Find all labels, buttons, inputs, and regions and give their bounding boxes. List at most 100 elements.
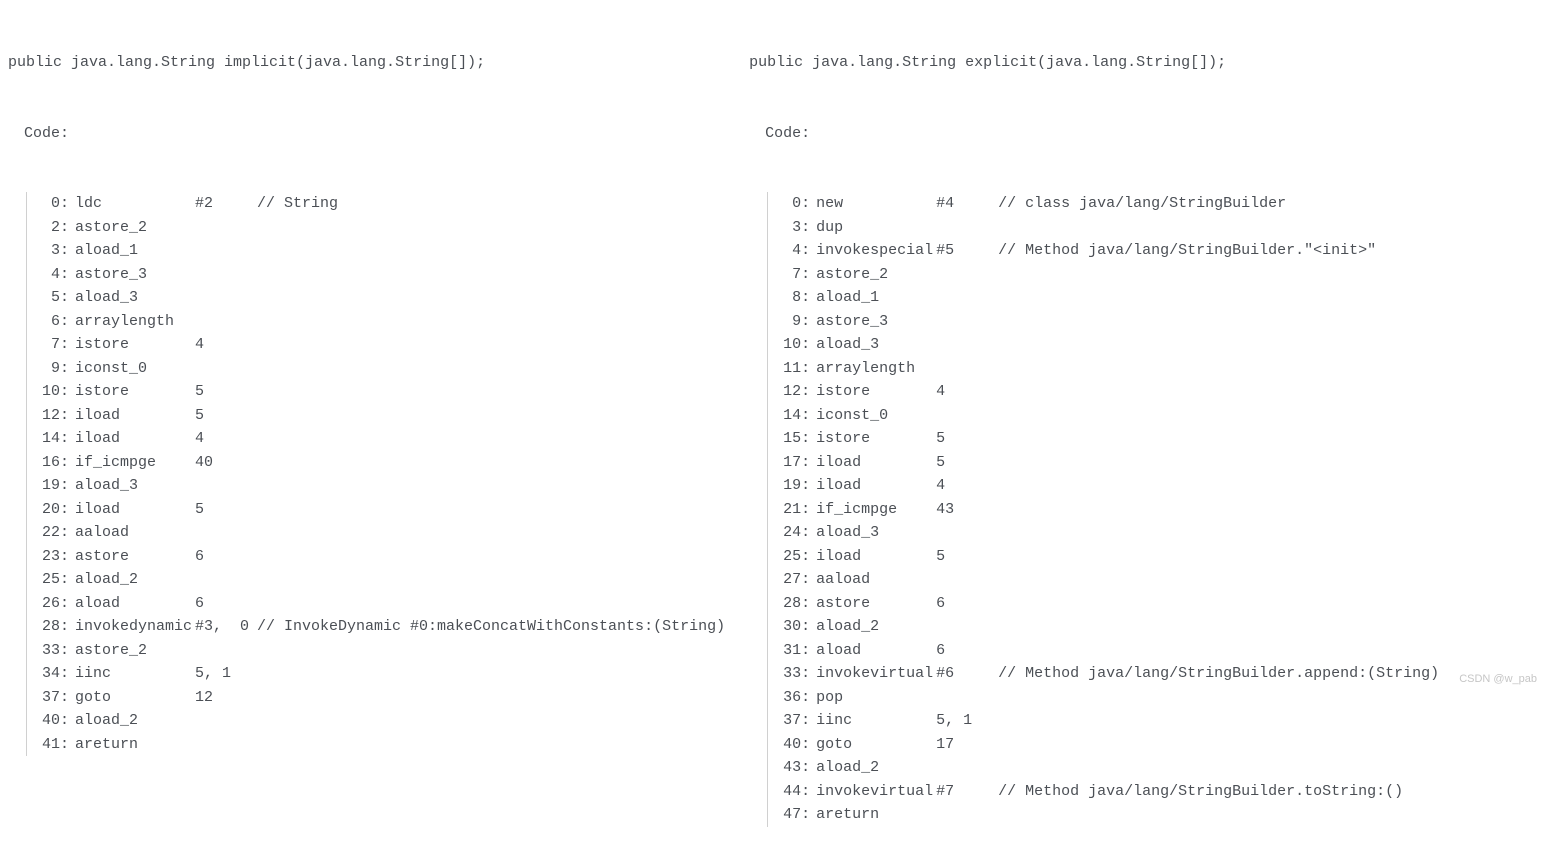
bytecode-offset: 40: xyxy=(27,709,69,733)
bytecode-line: 28:invokedynamic#3, 0// InvokeDynamic #0… xyxy=(27,615,725,639)
bytecode-line: 33:astore_2 xyxy=(27,639,725,663)
bytecode-line: 25:aload_2 xyxy=(27,568,725,592)
bytecode-offset: 28: xyxy=(27,615,69,639)
bytecode-line: 8:aload_1 xyxy=(768,286,1439,310)
bytecode-opcode: if_icmpge xyxy=(810,498,936,522)
bytecode-opcode: astore_2 xyxy=(69,216,195,240)
bytecode-line: 27:aaload xyxy=(768,568,1439,592)
bytecode-arg: 6 xyxy=(195,545,257,569)
bytecode-arg xyxy=(195,733,257,757)
bytecode-offset: 17: xyxy=(768,451,810,475)
bytecode-line: 20:iload5 xyxy=(27,498,725,522)
bytecode-line: 9:astore_3 xyxy=(768,310,1439,334)
bytecode-line: 0:ldc#2// String xyxy=(27,192,725,216)
bytecode-offset: 0: xyxy=(768,192,810,216)
bytecode-arg xyxy=(195,216,257,240)
bytecode-comment: // Method java/lang/StringBuilder.toStri… xyxy=(998,780,1403,804)
bytecode-opcode: areturn xyxy=(69,733,195,757)
bytecode-arg: 4 xyxy=(195,333,257,357)
bytecode-offset: 10: xyxy=(27,380,69,404)
right-bytecode-panel: public java.lang.String explicit(java.la… xyxy=(749,4,1439,850)
bytecode-line: 44:invokevirtual#7// Method java/lang/St… xyxy=(768,780,1439,804)
bytecode-offset: 43: xyxy=(768,756,810,780)
bytecode-line: 7:astore_2 xyxy=(768,263,1439,287)
bytecode-body-right: 0:new#4// class java/lang/StringBuilder3… xyxy=(767,192,1439,827)
bytecode-line: 34:iinc5, 1 xyxy=(27,662,725,686)
bytecode-opcode: aload_1 xyxy=(810,286,936,310)
bytecode-offset: 44: xyxy=(768,780,810,804)
bytecode-arg xyxy=(195,474,257,498)
bytecode-line: 12:istore4 xyxy=(768,380,1439,404)
bytecode-opcode: ldc xyxy=(69,192,195,216)
bytecode-offset: 12: xyxy=(27,404,69,428)
bytecode-opcode: areturn xyxy=(810,803,936,827)
bytecode-comment: // class java/lang/StringBuilder xyxy=(998,192,1286,216)
bytecode-arg: 5 xyxy=(936,545,998,569)
bytecode-offset: 47: xyxy=(768,803,810,827)
bytecode-offset: 20: xyxy=(27,498,69,522)
bytecode-arg xyxy=(936,263,998,287)
bytecode-arg: 5 xyxy=(936,427,998,451)
bytecode-offset: 14: xyxy=(768,404,810,428)
bytecode-line: 6:arraylength xyxy=(27,310,725,334)
bytecode-arg xyxy=(195,239,257,263)
bytecode-opcode: arraylength xyxy=(810,357,936,381)
bytecode-opcode: astore_2 xyxy=(69,639,195,663)
bytecode-offset: 8: xyxy=(768,286,810,310)
bytecode-arg xyxy=(936,615,998,639)
bytecode-line: 47:areturn xyxy=(768,803,1439,827)
bytecode-line: 4:invokespecial#5// Method java/lang/Str… xyxy=(768,239,1439,263)
bytecode-body-left: 0:ldc#2// String2:astore_23:aload_14:ast… xyxy=(26,192,725,756)
bytecode-arg: #5 xyxy=(936,239,998,263)
bytecode-line: 3:dup xyxy=(768,216,1439,240)
bytecode-offset: 26: xyxy=(27,592,69,616)
bytecode-arg xyxy=(936,686,998,710)
bytecode-offset: 9: xyxy=(27,357,69,381)
bytecode-arg: 5 xyxy=(936,451,998,475)
bytecode-opcode: aload xyxy=(69,592,195,616)
bytecode-offset: 23: xyxy=(27,545,69,569)
bytecode-arg: #6 xyxy=(936,662,998,686)
bytecode-offset: 9: xyxy=(768,310,810,334)
bytecode-line: 14:iconst_0 xyxy=(768,404,1439,428)
bytecode-opcode: astore_3 xyxy=(810,310,936,334)
watermark: CSDN @w_pab xyxy=(1459,668,1537,692)
bytecode-offset: 16: xyxy=(27,451,69,475)
bytecode-opcode: aload xyxy=(810,639,936,663)
bytecode-opcode: astore xyxy=(69,545,195,569)
bytecode-opcode: aload_1 xyxy=(69,239,195,263)
bytecode-offset: 28: xyxy=(768,592,810,616)
bytecode-line: 9:iconst_0 xyxy=(27,357,725,381)
bytecode-line: 15:istore5 xyxy=(768,427,1439,451)
bytecode-line: 11:arraylength xyxy=(768,357,1439,381)
bytecode-offset: 24: xyxy=(768,521,810,545)
code-label-right: Code: xyxy=(749,122,1439,146)
bytecode-arg: 4 xyxy=(936,474,998,498)
bytecode-offset: 3: xyxy=(27,239,69,263)
bytecode-arg: 6 xyxy=(195,592,257,616)
bytecode-arg xyxy=(195,357,257,381)
bytecode-offset: 25: xyxy=(27,568,69,592)
bytecode-offset: 15: xyxy=(768,427,810,451)
bytecode-opcode: aload_2 xyxy=(810,756,936,780)
bytecode-arg: 4 xyxy=(936,380,998,404)
bytecode-offset: 11: xyxy=(768,357,810,381)
bytecode-arg: 43 xyxy=(936,498,998,522)
bytecode-line: 30:aload_2 xyxy=(768,615,1439,639)
bytecode-opcode: invokedynamic xyxy=(69,615,195,639)
bytecode-line: 28:astore6 xyxy=(768,592,1439,616)
bytecode-arg: #7 xyxy=(936,780,998,804)
bytecode-opcode: arraylength xyxy=(69,310,195,334)
bytecode-arg xyxy=(195,310,257,334)
bytecode-opcode: invokespecial xyxy=(810,239,936,263)
bytecode-arg xyxy=(195,263,257,287)
bytecode-opcode: iload xyxy=(810,451,936,475)
bytecode-arg: 5, 1 xyxy=(936,709,998,733)
bytecode-opcode: aload_2 xyxy=(69,568,195,592)
bytecode-arg xyxy=(195,286,257,310)
bytecode-arg xyxy=(195,709,257,733)
bytecode-opcode: if_icmpge xyxy=(69,451,195,475)
bytecode-offset: 33: xyxy=(27,639,69,663)
bytecode-opcode: iload xyxy=(69,427,195,451)
bytecode-offset: 36: xyxy=(768,686,810,710)
